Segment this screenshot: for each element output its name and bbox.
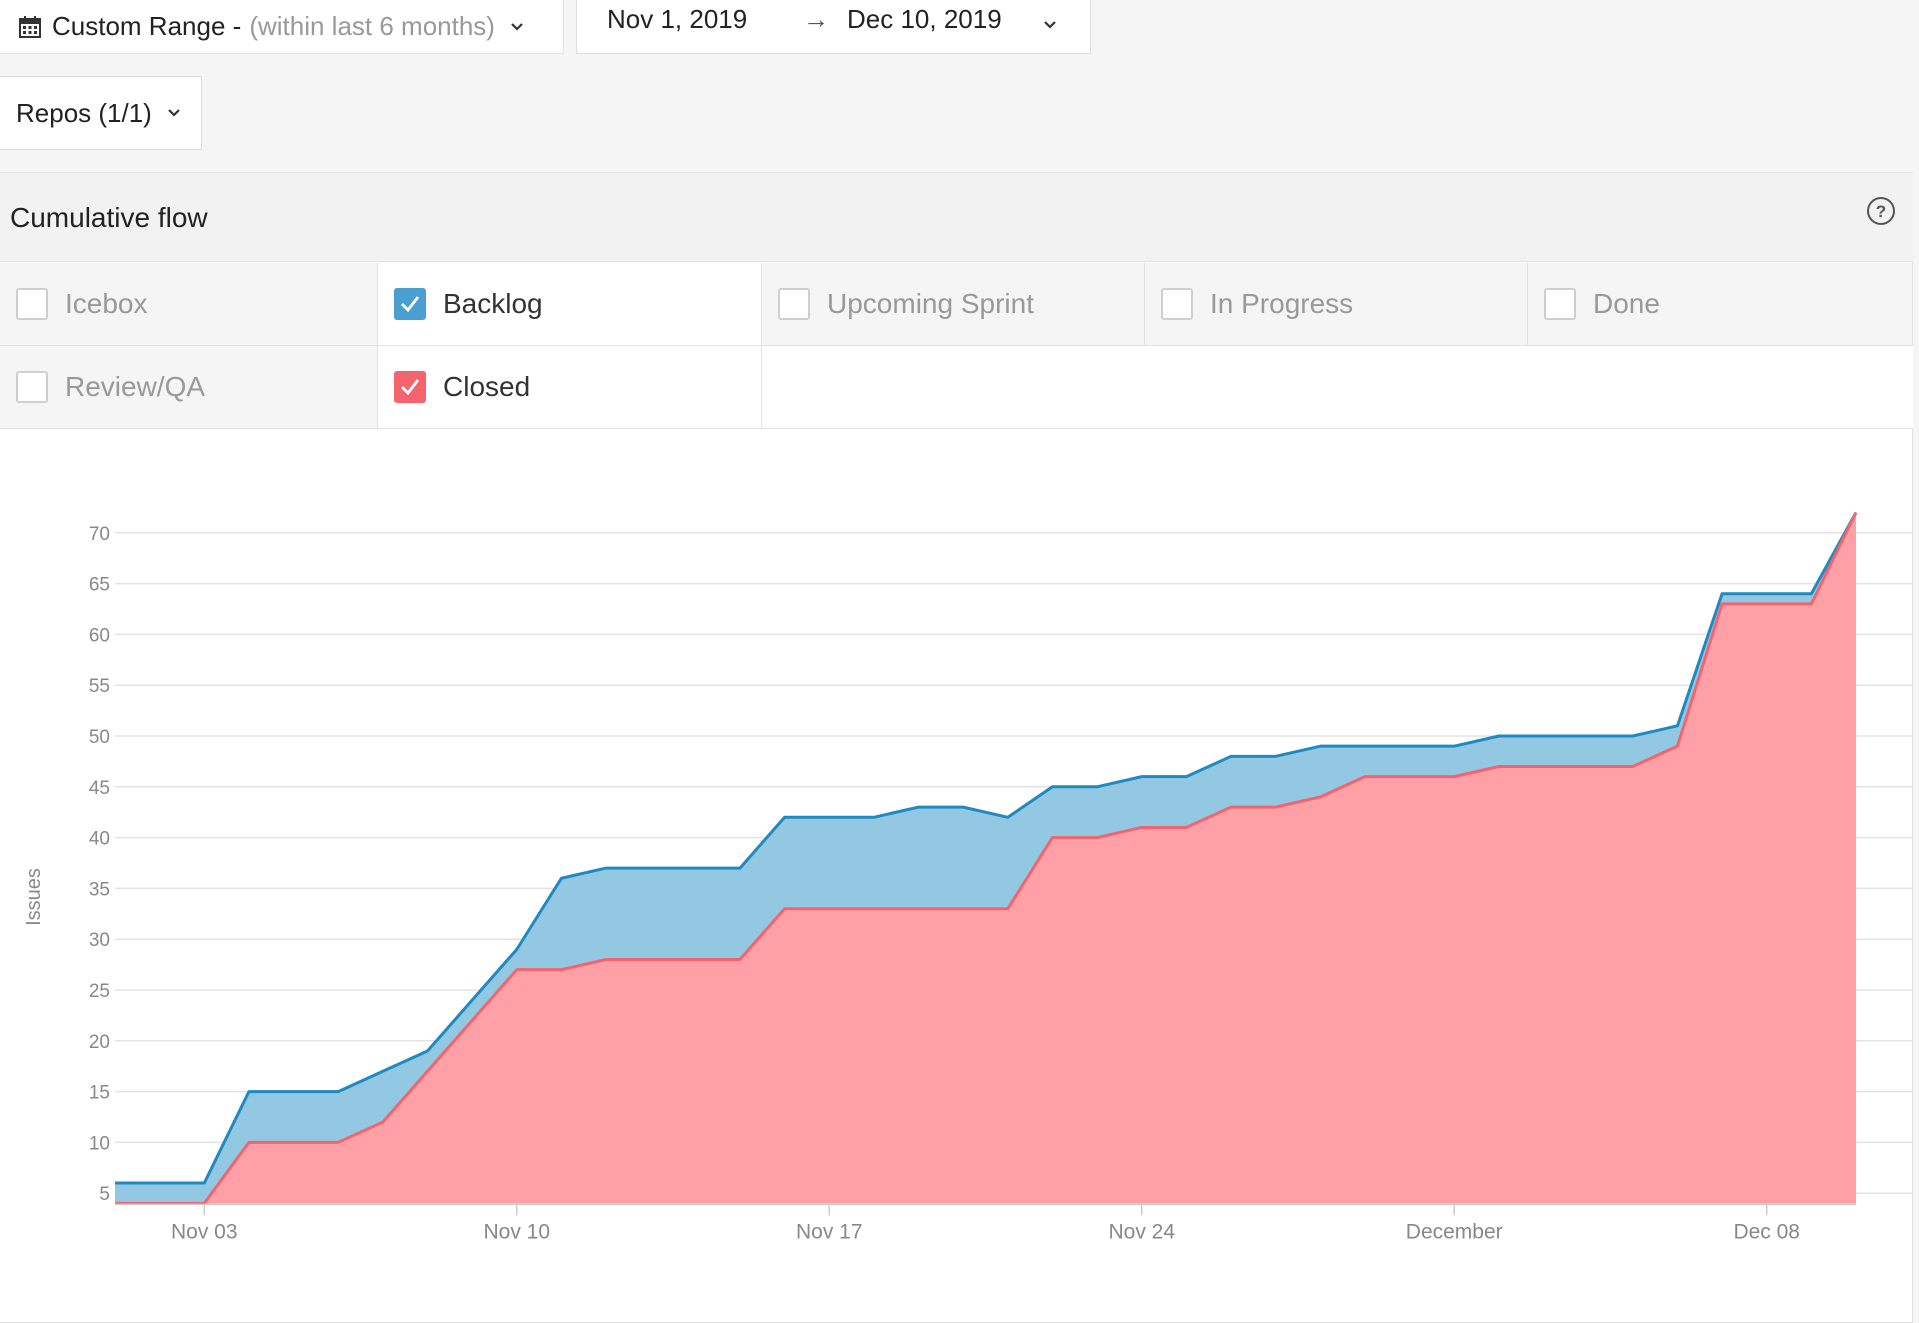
y-axis-label: Issues: [23, 868, 45, 926]
chevron-down-icon: [509, 19, 525, 35]
pipeline-label: In Progress: [1210, 288, 1354, 319]
pipeline-label: Done: [1593, 288, 1660, 319]
pipeline-filter-closed[interactable]: Closed: [378, 346, 762, 429]
panel-header: [0, 172, 1913, 262]
repos-dropdown[interactable]: Repos (1/1): [0, 76, 202, 150]
pipeline-label: Backlog: [443, 288, 543, 319]
repos-label: Repos (1/1): [16, 97, 152, 128]
checkbox[interactable]: [1161, 288, 1193, 320]
pipeline-filter-review-qa[interactable]: Review/QA: [0, 346, 378, 429]
y-tick-label: 5: [99, 1184, 110, 1205]
pipeline-filter-upcoming-sprint[interactable]: Upcoming Sprint: [762, 263, 1145, 346]
chevron-down-icon: [1042, 9, 1058, 40]
chevron-down-icon: [166, 105, 182, 121]
pipeline-label: Upcoming Sprint: [827, 288, 1034, 319]
check-icon: [401, 296, 420, 313]
grid-filler: [762, 346, 1913, 429]
y-tick-label: 20: [89, 1032, 110, 1053]
checkbox[interactable]: [394, 371, 426, 403]
x-tick-label: Nov 03: [171, 1220, 238, 1243]
end-date[interactable]: Dec 10, 2019: [847, 4, 1002, 35]
y-tick-label: 60: [89, 625, 110, 646]
x-tick-label: Nov 10: [483, 1220, 550, 1243]
panel-title: Cumulative flow: [10, 202, 208, 233]
y-tick-label: 30: [89, 930, 110, 951]
pipeline-label: Closed: [443, 371, 531, 402]
pipeline-filter-done[interactable]: Done: [1528, 263, 1913, 346]
checkbox[interactable]: [778, 288, 810, 320]
y-tick-label: 45: [89, 778, 110, 799]
preset-label: Custom Range -: [52, 11, 242, 41]
y-tick-label: 65: [89, 575, 110, 596]
y-tick-label: 50: [89, 727, 110, 748]
area-series: [115, 511, 1858, 1205]
y-tick-label: 10: [89, 1133, 110, 1154]
preset-hint: (within last 6 months): [249, 11, 495, 41]
start-date[interactable]: Nov 1, 2019: [607, 4, 747, 35]
check-icon: [401, 379, 420, 396]
pipeline-filter-backlog[interactable]: Backlog: [378, 263, 762, 346]
x-tick-label: Nov 17: [796, 1220, 863, 1243]
pipeline-filter-icebox[interactable]: Icebox: [0, 263, 378, 346]
y-tick-label: 25: [89, 981, 110, 1002]
help-icon[interactable]: ?: [1866, 196, 1896, 226]
checkbox[interactable]: [1544, 288, 1576, 320]
pipeline-label: Icebox: [65, 288, 148, 319]
checkbox[interactable]: [16, 371, 48, 403]
calendar-icon: [18, 15, 42, 39]
cumulative-flow-chart: 5 10 15 20 25 30 35 40 45 50 55 60 65 70 Nov 03 Nov 10 N…: [23, 511, 1913, 1243]
pipeline-filter-in-progress[interactable]: In Progress: [1145, 263, 1528, 346]
pipeline-label: Review/QA: [65, 371, 206, 402]
y-tick-label: 70: [89, 524, 110, 545]
checkbox[interactable]: [16, 288, 48, 320]
y-tick-label: 35: [89, 879, 110, 900]
arrow-icon: →: [803, 4, 829, 34]
date-range-preset-dropdown[interactable]: Custom Range - (within last 6 months): [0, 0, 564, 54]
y-tick-label: 40: [89, 829, 110, 850]
checkbox[interactable]: [394, 288, 426, 320]
x-tick-label: Nov 24: [1108, 1220, 1175, 1243]
date-range-picker[interactable]: Nov 1, 2019 → Dec 10, 2019: [576, 0, 1091, 54]
y-tick-label: 55: [89, 676, 110, 697]
x-tick-label: December: [1406, 1220, 1503, 1243]
y-tick-label: 15: [89, 1083, 110, 1104]
x-tick-label: Dec 08: [1733, 1220, 1800, 1243]
svg-text:?: ?: [1876, 202, 1886, 221]
